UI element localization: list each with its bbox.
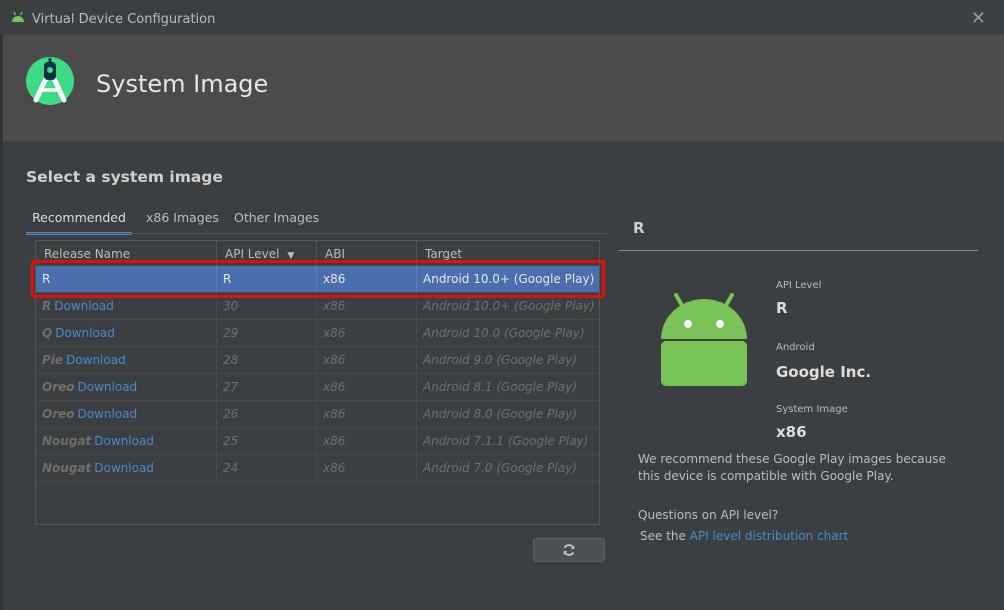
abi-cell: x86 bbox=[317, 428, 417, 454]
target-cell: Android 8.1 (Google Play) bbox=[423, 380, 577, 394]
download-link[interactable]: Download bbox=[54, 299, 114, 313]
close-icon[interactable]: ✕ bbox=[971, 8, 986, 29]
refresh-icon bbox=[563, 544, 575, 556]
release-name-cell: Q Download bbox=[36, 320, 217, 346]
details-divider bbox=[619, 250, 978, 251]
release-name: Nougat bbox=[42, 434, 92, 448]
target-cell: Android 9.0 (Google Play) bbox=[423, 353, 577, 367]
release-name-cell: Oreo Download bbox=[36, 374, 217, 400]
tab-recommended[interactable]: Recommended bbox=[26, 204, 132, 235]
android-studio-logo bbox=[26, 57, 74, 105]
column-target[interactable]: Target bbox=[417, 241, 599, 265]
target-cell: Android 10.0+ (Google Play) bbox=[423, 299, 595, 313]
api-level-cell: 26 bbox=[217, 401, 317, 427]
recommendation-text: We recommend these Google Play images be… bbox=[638, 452, 946, 483]
column-release-name[interactable]: Release Name bbox=[36, 241, 217, 265]
target-cell: Android 10.0+ (Google Play) bbox=[423, 272, 595, 286]
release-name-cell: Nougat Download bbox=[36, 455, 217, 481]
table-row[interactable]: Q Download 29 x86 Android 10.0 (Google Pl… bbox=[36, 319, 599, 346]
release-name-cell: Pie Download bbox=[36, 347, 217, 373]
see-prefix: See the bbox=[640, 529, 690, 543]
see-link-line: See the API level distribution chart bbox=[640, 529, 848, 543]
release-name-cell: Oreo Download bbox=[36, 401, 217, 427]
column-abi[interactable]: ABI bbox=[317, 241, 417, 265]
table-row[interactable]: R R x86 Android 10.0+ (Google Play) bbox=[36, 265, 599, 292]
abi-cell: x86 bbox=[317, 401, 417, 427]
android-vendor-value: Google Inc. bbox=[776, 363, 872, 381]
api-level-cell: 25 bbox=[217, 428, 317, 454]
column-label: Target bbox=[425, 247, 463, 261]
abi-cell: x86 bbox=[317, 293, 417, 319]
release-name-cell: Nougat Download bbox=[36, 428, 217, 454]
tab-x86-images[interactable]: x86 Images bbox=[146, 204, 219, 232]
release-name-cell: R Download bbox=[36, 293, 217, 319]
download-link[interactable]: Download bbox=[94, 461, 154, 475]
abi-cell: x86 bbox=[317, 347, 417, 373]
sort-desc-icon: ▼ bbox=[287, 251, 295, 261]
column-api-level[interactable]: API Level ▼ bbox=[217, 241, 317, 265]
api-level-cell: 30 bbox=[217, 293, 317, 319]
tabs-divider bbox=[26, 233, 606, 234]
section-title: Select a system image bbox=[26, 168, 223, 186]
table-row[interactable]: Nougat Download 25 x86 Android 7.1.1 (Goo… bbox=[36, 427, 599, 454]
android-studio-icon bbox=[12, 11, 24, 22]
release-name: Oreo bbox=[42, 380, 75, 394]
api-level-cell: 24 bbox=[217, 455, 317, 481]
api-level-label: API Level bbox=[776, 280, 822, 291]
api-level-cell: R bbox=[217, 266, 317, 292]
api-level-value: R bbox=[776, 299, 788, 317]
release-name: Q bbox=[42, 326, 53, 340]
release-name: Oreo bbox=[42, 407, 75, 421]
wizard-header: System Image bbox=[3, 35, 1004, 141]
details-title: R bbox=[633, 219, 645, 237]
api-level-cell: 28 bbox=[217, 347, 317, 373]
page-title: System Image bbox=[96, 70, 269, 98]
release-name: R bbox=[42, 299, 52, 313]
release-name: Nougat bbox=[42, 461, 92, 475]
window-title: Virtual Device Configuration bbox=[32, 12, 216, 27]
abi-cell: x86 bbox=[317, 374, 417, 400]
download-link[interactable]: Download bbox=[78, 380, 138, 394]
target-cell: Android 10.0 (Google Play) bbox=[423, 326, 585, 340]
abi-cell: x86 bbox=[317, 455, 417, 481]
system-image-table: Release Name API Level ▼ ABI Target R R … bbox=[35, 240, 600, 525]
api-level-cell: 27 bbox=[217, 374, 317, 400]
download-link[interactable]: Download bbox=[78, 407, 138, 421]
target-cell: Android 7.1.1 (Google Play) bbox=[423, 434, 589, 448]
release-name: Pie bbox=[42, 353, 64, 367]
system-image-value: x86 bbox=[776, 423, 807, 441]
android-robot-icon bbox=[661, 293, 747, 386]
column-label: API Level bbox=[225, 247, 280, 261]
download-link[interactable]: Download bbox=[94, 434, 154, 448]
download-link[interactable]: Download bbox=[66, 353, 126, 367]
system-image-label: System Image bbox=[776, 404, 848, 415]
abi-cell: x86 bbox=[317, 320, 417, 346]
api-level-cell: 29 bbox=[217, 320, 317, 346]
android-label: Android bbox=[776, 342, 815, 353]
api-level-distribution-link[interactable]: API level distribution chart bbox=[690, 529, 849, 543]
tab-other-images[interactable]: Other Images bbox=[234, 204, 319, 232]
column-label: Release Name bbox=[44, 247, 131, 261]
refresh-button[interactable] bbox=[533, 538, 605, 562]
table-row[interactable]: R Download 30 x86 Android 10.0+ (Google P… bbox=[36, 292, 599, 319]
table-header: Release Name API Level ▼ ABI Target bbox=[36, 241, 599, 265]
table-row[interactable]: Oreo Download 26 x86 Android 8.0 (Google … bbox=[36, 400, 599, 427]
table-row[interactable]: Oreo Download 27 x86 Android 8.1 (Google … bbox=[36, 373, 599, 400]
abi-cell: x86 bbox=[317, 266, 417, 292]
target-cell: Android 7.0 (Google Play) bbox=[423, 461, 577, 475]
release-name-cell: R bbox=[36, 266, 217, 292]
title-bar: Virtual Device Configuration ✕ bbox=[0, 0, 1004, 36]
table-row[interactable]: Pie Download 28 x86 Android 9.0 (Google P… bbox=[36, 346, 599, 373]
column-label: ABI bbox=[325, 247, 345, 261]
api-level-question: Questions on API level? bbox=[638, 508, 779, 522]
table-row[interactable]: Nougat Download 24 x86 Android 7.0 (Googl… bbox=[36, 454, 599, 482]
download-link[interactable]: Download bbox=[55, 326, 115, 340]
target-cell: Android 8.0 (Google Play) bbox=[423, 407, 577, 421]
release-name: R bbox=[42, 272, 51, 286]
